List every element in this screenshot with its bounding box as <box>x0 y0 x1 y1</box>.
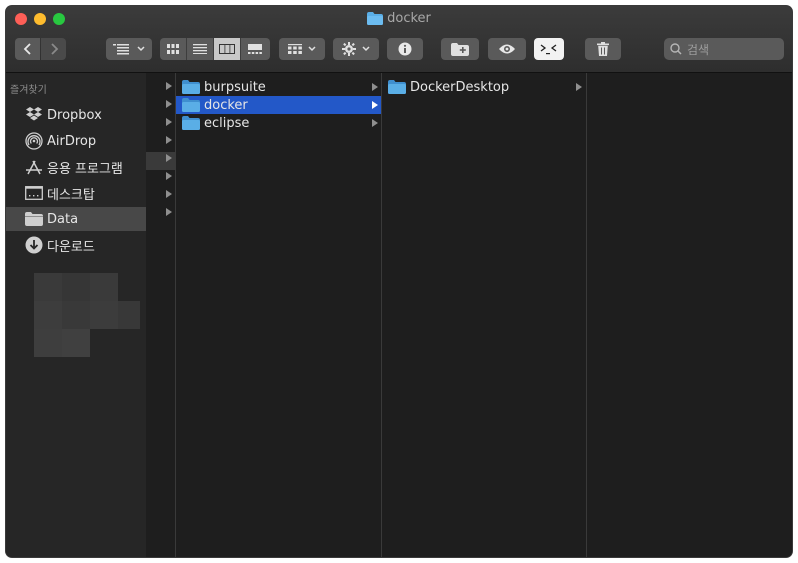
sidebar-item-label: 응용 프로그램 <box>47 161 123 177</box>
folder-icon <box>182 98 200 112</box>
list-group-icon <box>113 44 129 55</box>
eye-icon <box>499 44 515 54</box>
sidebar-item-dropbox[interactable]: Dropbox <box>6 103 146 127</box>
view-mode-control[interactable] <box>160 38 270 60</box>
folder-icon <box>182 80 200 94</box>
back-button[interactable] <box>15 38 40 60</box>
dropbox-icon <box>24 106 44 124</box>
column-empty[interactable] <box>587 73 792 557</box>
terminal-icon <box>540 44 557 55</box>
sidebar-item-downloads[interactable]: 다운로드 <box>6 233 146 257</box>
disclosure-arrow <box>166 172 172 180</box>
item-label: burpsuite <box>204 79 266 95</box>
grid-arrange-icon <box>288 44 302 54</box>
sidebar-item-label: AirDrop <box>47 133 97 149</box>
sidebar-item-applications[interactable]: 응용 프로그램 <box>6 155 146 179</box>
finder-window: docker 검색 즐겨찾기 Dropbox AirDrop 응용 프로그램 데… <box>6 6 792 557</box>
disclosure-arrow <box>372 101 378 109</box>
sidebar-item-data[interactable]: Data <box>6 207 146 231</box>
quick-look-button[interactable] <box>488 38 526 60</box>
icon-view-button[interactable] <box>160 38 187 60</box>
search-placeholder: 검색 <box>687 42 710 57</box>
item-label: DockerDesktop <box>410 79 510 95</box>
window-title: docker <box>6 10 792 28</box>
disclosure-arrow <box>166 154 172 162</box>
disclosure-arrow <box>166 82 172 90</box>
get-info-button[interactable] <box>387 38 423 60</box>
desktop-icon <box>24 184 44 202</box>
airdrop-icon <box>24 132 44 150</box>
disclosure-arrow <box>372 119 378 127</box>
info-icon <box>398 42 412 56</box>
download-icon <box>24 236 44 254</box>
gear-icon <box>342 42 356 56</box>
move-to-trash-button[interactable] <box>585 38 621 60</box>
folder-icon <box>182 116 200 130</box>
search-icon <box>670 43 682 55</box>
new-folder-button[interactable] <box>441 38 479 60</box>
disclosure-arrow <box>166 190 172 198</box>
disclosure-arrow <box>372 83 378 91</box>
gallery-icon <box>247 44 262 54</box>
disclosure-arrow <box>576 83 582 91</box>
sidebar-item-label: Dropbox <box>47 107 102 123</box>
window-title-text: docker <box>387 11 431 26</box>
item-label: docker <box>204 97 248 113</box>
sidebar-section-favorites: 즐겨찾기 <box>10 85 47 96</box>
folder-icon <box>388 80 406 94</box>
arrange-button[interactable] <box>279 38 325 60</box>
icon-grid-icon <box>167 44 179 54</box>
chevron-right-icon <box>50 43 58 55</box>
sidebar: 즐겨찾기 Dropbox AirDrop 응용 프로그램 데스크탑 Data 다… <box>6 73 146 557</box>
gallery-view-button[interactable] <box>241 38 268 60</box>
chevron-down-icon <box>362 46 370 52</box>
column-parent[interactable] <box>146 73 176 557</box>
list-item[interactable]: docker <box>176 96 381 114</box>
folder-icon <box>24 210 44 228</box>
sidebar-item-desktop[interactable]: 데스크탑 <box>6 181 146 205</box>
disclosure-arrow <box>166 100 172 108</box>
column-data[interactable]: burpsuite docker eclipse <box>176 73 382 557</box>
search-field[interactable]: 검색 <box>664 38 784 60</box>
open-terminal-button[interactable] <box>534 38 564 60</box>
sidebar-item-label: 데스크탑 <box>47 187 95 203</box>
chevron-down-icon <box>137 46 145 52</box>
chevron-left-icon <box>23 43 31 55</box>
disclosure-arrow <box>166 118 172 126</box>
column-docker[interactable]: DockerDesktop <box>382 73 587 557</box>
trash-icon <box>597 42 609 56</box>
new-folder-icon <box>451 42 469 56</box>
list-item[interactable]: burpsuite <box>176 78 381 96</box>
list-view-button[interactable] <box>187 38 214 60</box>
list-item[interactable]: eclipse <box>176 114 381 132</box>
group-button[interactable] <box>106 38 152 60</box>
chevron-down-icon <box>308 46 316 52</box>
forward-button[interactable] <box>41 38 66 60</box>
applications-icon <box>24 158 44 176</box>
item-label: eclipse <box>204 115 250 131</box>
disclosure-arrow <box>166 208 172 216</box>
columns-icon <box>219 44 235 54</box>
action-button[interactable] <box>333 38 379 60</box>
sidebar-item-label: Data <box>47 211 79 227</box>
list-item[interactable]: DockerDesktop <box>382 78 586 96</box>
sidebar-item-airdrop[interactable]: AirDrop <box>6 129 146 153</box>
column-view-button[interactable] <box>214 38 241 60</box>
list-icon <box>193 44 207 54</box>
sidebar-item-label: 다운로드 <box>47 239 95 255</box>
folder-icon <box>367 12 384 31</box>
disclosure-arrow <box>166 136 172 144</box>
titlebar: docker 검색 <box>6 6 792 73</box>
